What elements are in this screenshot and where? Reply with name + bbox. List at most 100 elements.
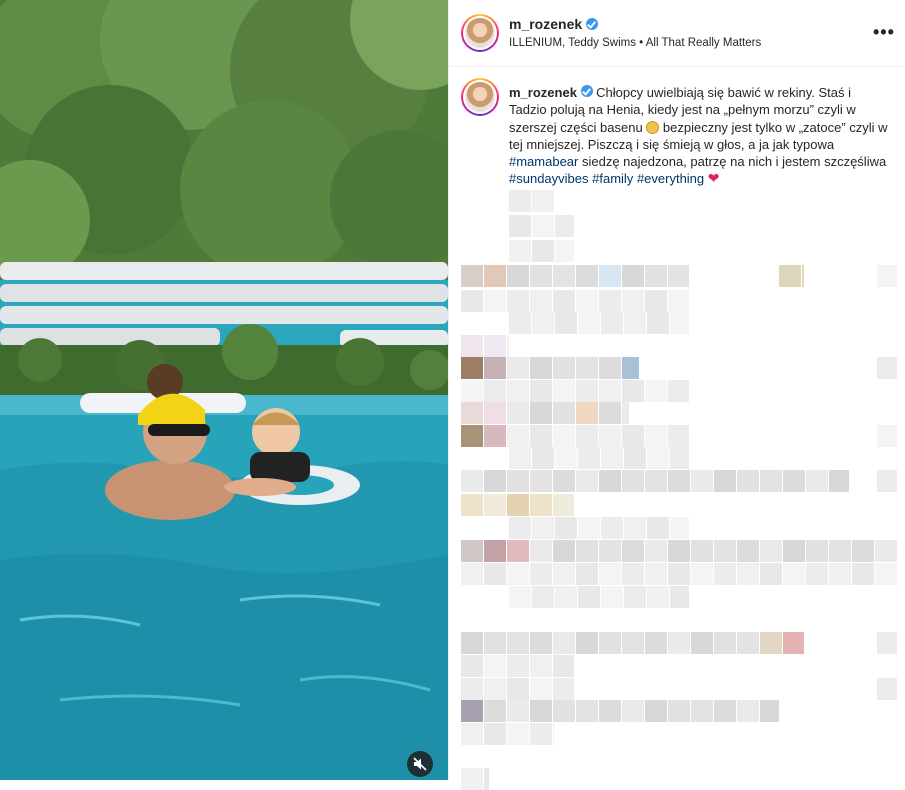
pixel-block — [599, 470, 621, 492]
pixel-block — [668, 290, 689, 312]
pixel-block — [461, 494, 483, 516]
pixel-block — [875, 540, 897, 562]
pixel-block — [530, 700, 552, 722]
pixel-block — [532, 586, 554, 608]
pixel-block — [532, 447, 554, 469]
pixel-block — [624, 517, 646, 539]
header-username[interactable]: m_rozenek — [509, 16, 599, 32]
pixel-block — [555, 240, 574, 262]
red-heart-emoji-icon: ❤ — [707, 170, 720, 187]
pixel-block — [555, 312, 577, 334]
pixel-block — [484, 380, 506, 402]
pixel-block — [461, 632, 483, 654]
pixel-block — [622, 563, 644, 585]
pixel-block — [555, 586, 577, 608]
pixel-block — [461, 655, 483, 677]
pixel-block — [622, 470, 644, 492]
pixel-block — [624, 447, 646, 469]
pixel-block — [714, 540, 736, 562]
pixel-block — [601, 517, 623, 539]
pixel-block — [530, 540, 552, 562]
pixel-block — [691, 470, 713, 492]
pixel-block — [484, 768, 489, 790]
pixel-block — [645, 290, 667, 312]
pixel-block — [806, 540, 828, 562]
hashtag-sundayvibes[interactable]: #sundayvibes — [509, 171, 589, 186]
pixel-block — [461, 380, 483, 402]
pixel-block — [530, 494, 552, 516]
post-video[interactable] — [0, 0, 448, 780]
pixel-block — [576, 265, 598, 287]
pixel-block — [576, 402, 598, 424]
pixel-block — [530, 402, 552, 424]
pixel-block — [484, 655, 506, 677]
more-options-button[interactable]: ••• — [873, 22, 895, 43]
pixel-block — [553, 265, 575, 287]
pixel-block — [668, 265, 689, 287]
pixel-block — [691, 700, 713, 722]
audio-attribution[interactable]: ILLENIUM, Teddy Swims • All That Really … — [509, 37, 761, 49]
pixel-block — [802, 265, 804, 287]
pixel-block — [645, 540, 667, 562]
pixel-block — [668, 380, 689, 402]
hashtag-everything[interactable]: #everything — [637, 171, 704, 186]
pixel-block — [576, 632, 598, 654]
pixel-block — [530, 723, 552, 745]
pixel-block — [576, 540, 598, 562]
mute-button[interactable] — [407, 751, 433, 777]
pixel-block — [555, 517, 577, 539]
pixel-block — [624, 312, 646, 334]
pixel-block — [622, 425, 644, 447]
pixel-block — [530, 380, 552, 402]
pixel-block — [461, 425, 483, 447]
pixel-block — [691, 632, 713, 654]
pixel-block — [461, 357, 483, 379]
pixel-block — [599, 265, 621, 287]
pixel-block — [783, 470, 805, 492]
pixel-block — [645, 425, 667, 447]
pixel-block — [461, 678, 483, 700]
pixel-block — [507, 380, 529, 402]
pixel-block — [576, 425, 598, 447]
pixel-block — [737, 470, 759, 492]
pixel-block — [599, 402, 621, 424]
pixel-block — [532, 190, 554, 212]
pixel-block — [668, 563, 690, 585]
pixel-block — [484, 335, 506, 357]
pixel-block — [553, 425, 575, 447]
pixel-block — [599, 290, 621, 312]
pixel-block — [599, 540, 621, 562]
caption-username[interactable]: m_rozenek — [509, 85, 577, 100]
pixel-block — [760, 540, 782, 562]
pixel-block — [507, 425, 529, 447]
pixel-block — [461, 700, 483, 722]
pixel-block — [509, 447, 531, 469]
pixel-block — [622, 357, 639, 379]
pixel-block — [555, 215, 574, 237]
pixel-block — [532, 240, 554, 262]
hashtag-family[interactable]: #family — [592, 171, 633, 186]
pixel-block — [507, 470, 529, 492]
pixel-block — [576, 563, 598, 585]
avatar[interactable] — [461, 14, 499, 52]
pixel-block — [829, 470, 849, 492]
pixel-block — [601, 447, 623, 469]
hashtag-mamabear[interactable]: #mamabear — [509, 154, 578, 169]
pixel-block — [530, 632, 552, 654]
pixel-block — [691, 563, 713, 585]
pixel-block — [668, 470, 690, 492]
pixel-block — [783, 563, 805, 585]
pixel-block — [877, 357, 897, 379]
pixel-block — [829, 563, 851, 585]
pixel-block — [576, 380, 598, 402]
pixel-block — [507, 335, 509, 357]
caption-avatar[interactable] — [461, 78, 499, 116]
pixel-block — [877, 265, 897, 287]
pixel-block — [507, 290, 529, 312]
pixel-block — [622, 380, 644, 402]
pixel-block — [624, 586, 646, 608]
pixel-block — [509, 190, 531, 212]
pixel-block — [461, 768, 483, 790]
pixel-block — [622, 540, 644, 562]
pixel-block — [647, 517, 669, 539]
